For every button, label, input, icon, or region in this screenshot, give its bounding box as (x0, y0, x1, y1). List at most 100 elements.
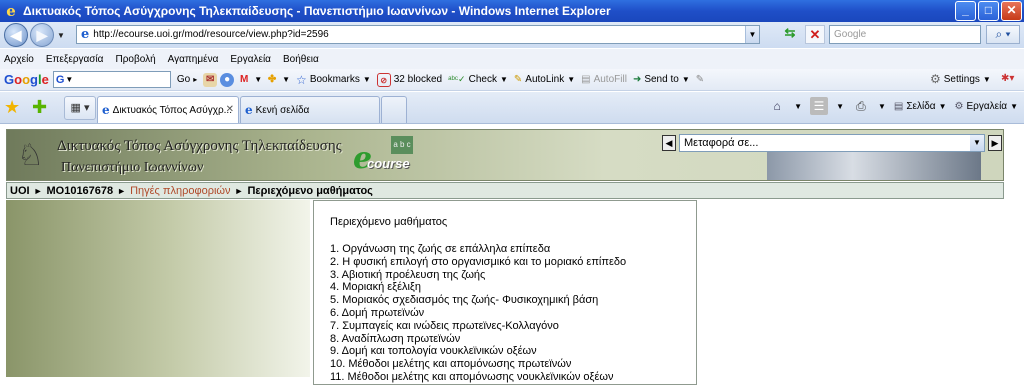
list-item: 11. Μέθοδοι μελέτης και απομόνωσης νουκλ… (330, 370, 614, 383)
tab-blank[interactable]: e Κενή σελίδα (240, 96, 380, 123)
globe-icon[interactable]: ● (220, 72, 235, 87)
print-dropdown-icon[interactable]: ▼ (878, 102, 886, 111)
breadcrumb-home[interactable]: UOI (10, 185, 30, 197)
list-item: 3. Αβιοτική προέλευση της ζωής (330, 268, 486, 281)
address-url[interactable]: http://ecourse.uoi.gr/mod/resource/view.… (93, 29, 328, 40)
address-bar[interactable]: e http://ecourse.uoi.gr/mod/resource/vie… (76, 25, 760, 44)
left-sidebar (6, 200, 310, 377)
google-signin-icon[interactable]: ✱▾ (1001, 73, 1014, 84)
tab-label: Κενή σελίδα (255, 104, 310, 116)
menu-edit[interactable]: Επεξεργασία (46, 54, 104, 65)
page-icon: e (81, 27, 90, 42)
ecourse-logo-abc: a b c (391, 136, 413, 154)
tools-menu[interactable]: ⚙ Εργαλεία ▼ (955, 101, 1019, 112)
home-dropdown-icon[interactable]: ▼ (794, 102, 802, 111)
breadcrumb-course[interactable]: MO10167678 (46, 185, 113, 197)
site-subtitle: Πανεπιστήμιο Ιωαννίνων (61, 160, 204, 175)
menu-view[interactable]: Προβολή (115, 54, 155, 65)
minimize-button[interactable]: _ (955, 1, 976, 21)
maximize-button[interactable]: □ (978, 1, 999, 21)
favorites-center-icon[interactable]: ★ (4, 97, 20, 117)
sendto-button[interactable]: ➜ Send to ▼ (633, 74, 690, 85)
list-item: 8. Αναδίπλωση πρωτεϊνών (330, 332, 461, 345)
quick-tabs-button[interactable]: ▦ ▾ (64, 96, 96, 120)
ie-logo-icon: e (6, 2, 16, 20)
home-icon[interactable]: ⌂ (768, 97, 786, 115)
site-header: ♘ Δικτυακός Τόπος Ασύγχρονης Τηλεκπαίδευ… (6, 129, 1004, 181)
autolink-icon: ✎ (513, 74, 523, 85)
forward-button[interactable]: ▶ (30, 23, 54, 47)
settings-button[interactable]: ⚙ Settings ▼ (930, 72, 991, 86)
list-item: 7. Συμπαγείς και ινώδεις πρωτεϊνες-Κολλα… (330, 319, 559, 332)
puzzle-dropdown-icon[interactable]: ▼ (282, 75, 290, 84)
gear-icon: ⚙ (954, 100, 964, 112)
breadcrumb-separator: ► (33, 185, 43, 196)
tab-page-icon: e (245, 103, 253, 117)
search-input[interactable]: Google (829, 25, 981, 44)
window-titlebar: e Δικτυακός Τόπος Ασύγχρονης Τηλεκπαίδευ… (0, 0, 1024, 22)
window-title: Δικτυακός Τόπος Ασύγχρονης Τηλεκπαίδευση… (23, 4, 611, 18)
popup-blocker-button[interactable]: ⊘ 32 blocked (376, 72, 442, 87)
wrench-icon: ⚙ (930, 72, 941, 86)
menu-file[interactable]: Αρχείο (4, 54, 34, 65)
spellcheck-button[interactable]: ᵃᵇᶜ✓ Check ▼ (448, 74, 508, 85)
google-toolbar: Google G ▼ Go ▸ ✉ ● M ▼ ✤ ▼ ☆ Bookmarks ▼ ⊘… (0, 69, 1024, 91)
right-column (698, 200, 1004, 377)
menu-favorites[interactable]: Αγαπημένα (168, 54, 219, 65)
content-list: 1. Οργάνωση της ζωής σε επάλληλα επίπεδα… (330, 243, 696, 384)
check-label: Check (468, 74, 497, 85)
add-favorites-icon[interactable]: ✚ (32, 97, 47, 117)
google-go-button[interactable]: Go ▸ (177, 74, 197, 85)
news-icon[interactable]: ✉ (203, 72, 218, 87)
puzzle-icon[interactable]: ✤ (265, 73, 279, 87)
ecourse-logo-text: course (367, 156, 410, 171)
stop-button[interactable]: ✕ (805, 25, 825, 44)
list-item: 4. Μοριακή εξέλιξη (330, 281, 421, 294)
tools-menu-label: Εργαλεία (966, 100, 1008, 112)
university-logo-icon: ♘ (17, 139, 44, 172)
jump-prev-button[interactable]: ◀ (662, 135, 676, 151)
sendto-label: Send to (644, 74, 679, 85)
history-dropdown-icon[interactable]: ▼ (56, 31, 66, 40)
jump-next-button[interactable]: ▶ (988, 135, 1002, 151)
google-logo[interactable]: Google (4, 72, 49, 87)
back-button[interactable]: ◀ (4, 23, 28, 47)
search-button[interactable]: ⌕ ▾ (986, 25, 1020, 44)
breadcrumb-current: Περιεχόμενο μαθήματος (247, 184, 373, 197)
tab-ecourse[interactable]: e Δικτυακός Τόπος Ασύγχρ... ✕ (97, 96, 239, 123)
content-heading: Περιεχόμενο μαθήματος (330, 216, 448, 228)
close-button[interactable]: ✕ (1001, 1, 1022, 21)
gmail-dropdown-icon[interactable]: ▼ (254, 75, 262, 84)
autolink-button[interactable]: ✎ AutoLink ▼ (514, 74, 575, 85)
autolink-label: AutoLink (525, 74, 565, 85)
list-item: 10. Μέθοδοι μελέτης και απομόνωσης πρωτε… (330, 358, 572, 371)
jump-menu: ◀ Μεταφορά σε... ▼ ▶ (662, 134, 1002, 152)
paperclip-icon[interactable]: ✎ (696, 74, 704, 85)
address-dropdown-icon[interactable]: ▼ (745, 26, 759, 43)
jump-dropdown-icon[interactable]: ▼ (970, 135, 984, 151)
tab-label: Δικτυακός Τόπος Ασύγχρ... (112, 104, 232, 116)
tab-close-icon[interactable]: ✕ (226, 104, 234, 115)
google-search-input[interactable]: G ▼ (52, 71, 171, 88)
bookmarks-label: Bookmarks (309, 74, 360, 85)
page-menu[interactable]: ▤ Σελίδα ▼ (894, 101, 947, 112)
feeds-dropdown-icon[interactable]: ▼ (836, 102, 844, 111)
menu-bar: Αρχείο Επεξεργασία Προβολή Αγαπημένα Εργ… (0, 49, 1024, 69)
autofill-button[interactable]: ▤ AutoFill (581, 74, 627, 85)
feeds-icon[interactable]: ☰ (810, 97, 829, 115)
breadcrumb: UOI ► MO10167678 ► Πηγές πληροφοριών ► Π… (6, 182, 1004, 199)
breadcrumb-separator: ► (234, 185, 244, 196)
google-go-label: Go (176, 74, 191, 85)
menu-tools[interactable]: Εργαλεία (230, 54, 271, 65)
menu-help[interactable]: Βοήθεια (283, 54, 319, 65)
breadcrumb-section[interactable]: Πηγές πληροφοριών (130, 185, 230, 197)
breadcrumb-separator: ► (117, 185, 127, 196)
print-icon[interactable]: ⎙ (852, 97, 870, 115)
jump-select[interactable]: Μεταφορά σε... ▼ (679, 134, 985, 152)
command-bar: ⌂ ▼ ☰ ▼ ⎙ ▼ ▤ Σελίδα ▼ ⚙ Εργαλεία ▼ (768, 97, 1018, 115)
gmail-icon[interactable]: M (237, 73, 251, 87)
tab-bar: ★ ✚ ▦ ▾ e Δικτυακός Τόπος Ασύγχρ... ✕ e … (0, 92, 1024, 124)
bookmarks-button[interactable]: ☆ Bookmarks ▼ (296, 73, 371, 87)
new-tab-button[interactable] (381, 96, 407, 123)
refresh-button[interactable]: ⇆ (779, 25, 801, 44)
